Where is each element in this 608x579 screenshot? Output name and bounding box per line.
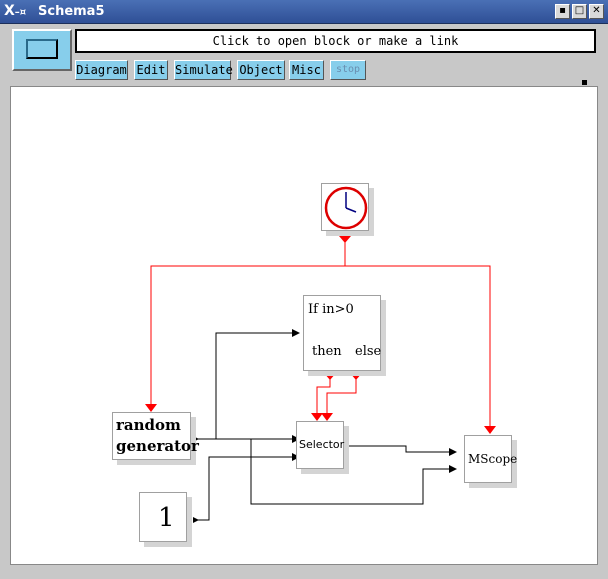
if-block-title: If in>0: [308, 302, 354, 317]
diagram-canvas[interactable]: If in>0 then else random generator 1 Sel…: [10, 86, 598, 565]
menu-diagram[interactable]: Diagram: [75, 60, 128, 80]
selector-label: Selector: [299, 438, 345, 451]
selector-block[interactable]: Selector: [296, 421, 344, 469]
stop-button[interactable]: stop: [330, 60, 366, 80]
window-title: Schema5: [38, 4, 105, 19]
toolbar: Click to open block or make a link Diagr…: [4, 24, 604, 86]
if-then-else-block[interactable]: If in>0 then else: [303, 295, 381, 371]
random-generator-label-line2: generator: [116, 437, 199, 455]
resize-grip[interactable]: [582, 80, 587, 85]
constant-block[interactable]: 1: [139, 492, 187, 542]
random-generator-block[interactable]: random generator: [112, 412, 199, 460]
menu-simulate[interactable]: Simulate: [174, 60, 233, 80]
zoom-view-button[interactable]: [12, 29, 72, 71]
message-field: Click to open block or make a link: [75, 29, 596, 53]
if-block-then-label: then: [312, 344, 342, 359]
window-titlebar[interactable]: X–¤ Schema5 ▪ □ ✕: [0, 0, 608, 24]
constant-value: 1: [158, 503, 175, 533]
zoom-view-icon: [26, 39, 58, 59]
maximize-button[interactable]: □: [572, 4, 587, 19]
if-block-else-label: else: [355, 344, 382, 359]
minimize-button[interactable]: ▪: [555, 4, 570, 19]
menu-edit[interactable]: Edit: [134, 60, 168, 80]
random-generator-label-line1: random: [116, 416, 181, 434]
close-button[interactable]: ✕: [589, 4, 604, 19]
menu-object[interactable]: Object: [237, 60, 285, 80]
menu-misc[interactable]: Misc: [289, 60, 324, 80]
clock-block[interactable]: [321, 183, 369, 231]
clock-icon: [324, 186, 368, 230]
mscope-block[interactable]: MScope: [464, 435, 517, 483]
x-window-icon[interactable]: X–¤: [4, 3, 36, 21]
status-bar: [0, 566, 608, 579]
mscope-label: MScope: [468, 452, 518, 466]
